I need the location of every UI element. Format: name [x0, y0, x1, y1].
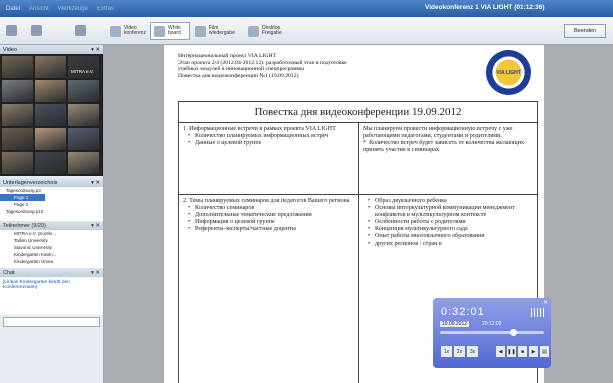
- playback-slider[interactable]: [440, 329, 544, 336]
- participant-item[interactable]: Tallinn University: [0, 237, 103, 244]
- film-playback-button[interactable]: Film wiedergabe: [195, 22, 235, 40]
- playback-time: 0:32:01: [441, 306, 485, 318]
- speed-1x-button[interactable]: 1x: [441, 346, 452, 357]
- chat-log: [Linkari Kindergarten betritt den Konfer…: [0, 277, 103, 315]
- desktop-share-button[interactable]: Desktop Freigabe: [248, 22, 288, 40]
- video-grid: MITRA e.V.: [0, 54, 103, 176]
- end-button[interactable]: Beenden: [564, 24, 606, 38]
- stop-icon[interactable]: ■: [518, 346, 527, 357]
- sidebar: Video ▾ ✕ MITRA e.V. Unterlagenverzeichni…: [0, 45, 104, 383]
- menu-extras[interactable]: Extras: [97, 6, 114, 12]
- playback-clock: 20:12:09: [482, 321, 502, 327]
- via-light-logo: VIA LIGHT: [486, 50, 531, 95]
- speed-3x-button[interactable]: 3x: [467, 346, 478, 357]
- video-tile[interactable]: [2, 104, 33, 126]
- video-tile-label: MITRA e.V.: [71, 69, 94, 74]
- participants-panel-header: Teilnehmer (9/20) ▾ ✕: [0, 221, 103, 230]
- video-tile[interactable]: [68, 128, 99, 150]
- video-tile[interactable]: MITRA e.V.: [68, 56, 99, 78]
- playback-widget[interactable]: ✕ 0:32:01 19.09.2012 20:12:09 1x 2x 3x ◀…: [433, 298, 551, 368]
- list-item[interactable]: Page 2: [0, 201, 103, 208]
- agenda-cell: 2. Темы планируемых семинаров для педаго…: [179, 195, 358, 383]
- video-tile[interactable]: [2, 152, 33, 174]
- microphone-icon[interactable]: [75, 25, 86, 36]
- video-panel-header: Video ▾ ✕: [0, 45, 103, 54]
- menu-file[interactable]: Datei: [6, 6, 20, 12]
- participant-item[interactable]: MITRA e.V. (Konfer...: [0, 230, 103, 237]
- rewind-icon[interactable]: ◀: [496, 346, 505, 357]
- document-header: Интернациональный проект VIA LIGHT Этап …: [178, 53, 347, 79]
- video-tile[interactable]: [35, 128, 66, 150]
- video-tile[interactable]: [68, 80, 99, 102]
- agenda-cell: 1. Информационные встречи в рамках проек…: [179, 123, 358, 194]
- speed-buttons: 1x 2x 3x: [441, 346, 478, 357]
- video-tile[interactable]: [2, 128, 33, 150]
- video-tile[interactable]: [35, 80, 66, 102]
- participant-item[interactable]: Slavonic University: [0, 244, 103, 251]
- participant-item[interactable]: Kindergarten Katrin...: [0, 251, 103, 258]
- video-tile[interactable]: [68, 152, 99, 174]
- toolbar: Video konferenz White board Film wiederg…: [0, 17, 613, 45]
- whiteboard-icon: [154, 25, 165, 37]
- video-tile[interactable]: [2, 56, 33, 78]
- agenda-title: Повестка дня видеоконференции 19.09.2012: [179, 102, 537, 123]
- speaker-icon[interactable]: [31, 25, 42, 36]
- list-item[interactable]: Tagesordnung.p3: [0, 187, 103, 194]
- video-conference-button[interactable]: Video konferenz: [110, 22, 146, 40]
- agenda-row: 1. Информационные встречи в рамках проек…: [179, 123, 537, 195]
- hand-icon[interactable]: [6, 25, 17, 36]
- close-icon[interactable]: ✕: [543, 299, 548, 306]
- speed-2x-button[interactable]: 2x: [454, 346, 465, 357]
- menu-tools[interactable]: Werkzeuge: [58, 6, 88, 12]
- whiteboard-button[interactable]: White board: [150, 22, 190, 40]
- panel-menu-icon[interactable]: ▾ ✕: [91, 270, 100, 276]
- slider-knob[interactable]: [510, 329, 517, 336]
- panel-menu-icon[interactable]: ▾ ✕: [91, 223, 100, 229]
- film-icon: [195, 25, 206, 37]
- list-item[interactable]: Tagesordnung.p10: [0, 208, 103, 215]
- video-tile[interactable]: [35, 56, 66, 78]
- video-tile[interactable]: [35, 152, 66, 174]
- menu-view[interactable]: Ansicht: [29, 6, 49, 12]
- participant-item[interactable]: Kindergarten Umea: [0, 258, 103, 265]
- settings-icon[interactable]: ▤: [540, 346, 549, 357]
- playback-controls: ◀ ❚❚ ■ ▶ ▤: [496, 346, 549, 357]
- list-item[interactable]: Page 1: [0, 194, 45, 201]
- panel-menu-icon[interactable]: ▾ ✕: [91, 180, 100, 186]
- video-tile[interactable]: [35, 104, 66, 126]
- chat-panel-header: Chat ▾ ✕: [0, 268, 103, 277]
- video-tile[interactable]: [68, 104, 99, 126]
- participants-list: MITRA e.V. (Konfer... Tallinn University…: [0, 230, 103, 268]
- agenda-cell: Мы планируем провести информационную вст…: [358, 123, 537, 194]
- window-title: Videokonferenz 1 VIA LIGHT (01:12:36): [425, 4, 545, 11]
- chat-input[interactable]: [3, 317, 100, 327]
- documents-list: Tagesordnung.p3 Page 1 Page 2 Tagesordnu…: [0, 187, 103, 221]
- panel-menu-icon[interactable]: ▾ ✕: [91, 47, 100, 53]
- documents-panel-header: Unterlagenverzeichnis ▾ ✕: [0, 178, 103, 187]
- menu-bar: Datei Ansicht Werkzeuge Extras Videokonf…: [0, 0, 613, 17]
- video-tile[interactable]: [2, 80, 33, 102]
- monitor-icon: [248, 25, 259, 37]
- volume-icon[interactable]: [531, 308, 545, 317]
- camera-icon: [110, 25, 121, 37]
- chat-message: [Linkari Kindergarten betritt den Konfer…: [3, 280, 70, 290]
- playback-date: 19.09.2012: [440, 321, 470, 327]
- forward-icon[interactable]: ▶: [529, 346, 538, 357]
- pause-icon[interactable]: ❚❚: [507, 346, 516, 357]
